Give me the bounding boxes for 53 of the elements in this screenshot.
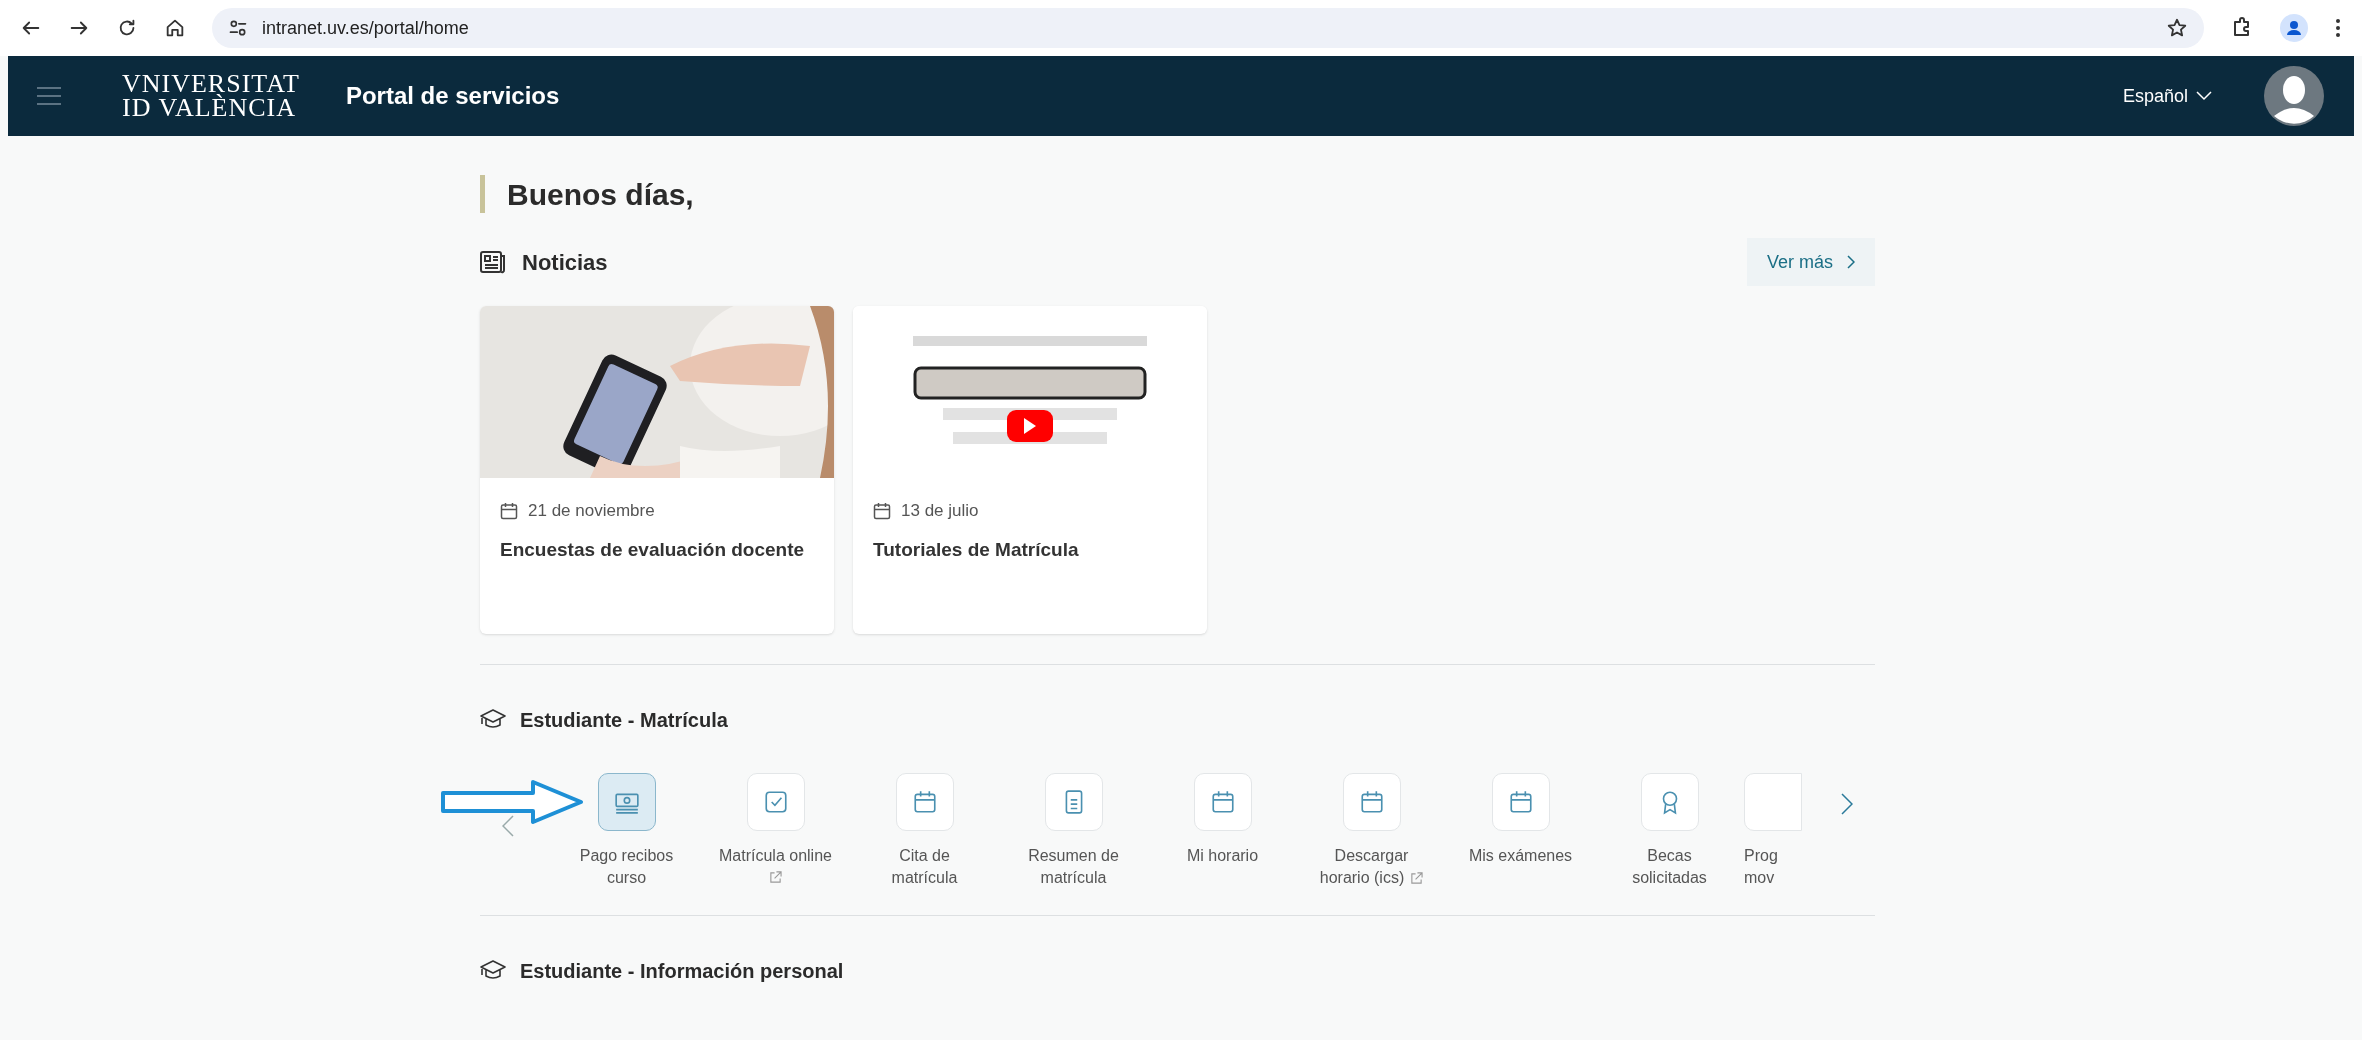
home-icon[interactable] [164,17,186,39]
service-label: Pago recibos [579,846,674,866]
see-more-button[interactable]: Ver más [1746,238,1875,286]
more-icon[interactable] [2334,16,2342,40]
chevron-right-icon [1847,255,1855,269]
service-label: matrícula [891,868,958,888]
service-label: solicitadas [1632,868,1707,888]
news-card[interactable]: 21 de noviembre Encuestas de evaluación docente [480,306,834,634]
calendar-icon [911,789,938,815]
service-label: Mi horario [1186,846,1259,866]
news-date: 13 de julio [901,500,979,522]
calendar-icon [500,501,518,520]
external-link-icon [769,871,782,884]
service-label: mov [1744,868,1775,888]
chevron-right-icon[interactable] [1841,793,1853,815]
section-title: Noticias [522,248,608,277]
language-selector[interactable]: Español [2122,82,2212,110]
service-label: Becas [1647,846,1692,866]
menu-icon[interactable] [36,86,62,106]
accent-bar [480,175,485,213]
chevron-down-icon [2196,91,2212,101]
service-label: Prog [1744,846,1778,866]
profile-icon[interactable] [2280,14,2308,42]
university-logo[interactable]: VNIVERSITAT ID VALÈNCIA [122,72,300,120]
url-text: intranet.uv.es/portal/home [262,16,469,40]
service-label: Resumen de [1028,846,1119,866]
checkbox-icon [762,789,789,815]
service-label: curso [606,868,647,888]
site-info-icon[interactable] [228,18,248,38]
section-title: Estudiante - Matrícula [520,708,728,733]
star-icon[interactable] [2166,17,2188,39]
news-date: 21 de noviembre [528,500,655,522]
calendar-icon [1358,789,1385,815]
newspaper-icon [480,250,506,274]
news-title[interactable]: Encuestas de evaluación docente [500,535,834,564]
section-title: Estudiante - Información personal [520,959,844,984]
calendar-icon [873,501,891,520]
avatar-icon[interactable] [2264,66,2324,126]
calendar-icon [1507,789,1534,815]
service-label: Matrícula online [719,846,832,866]
service-label: Descargar [1334,846,1409,866]
greeting: Buenos días, [507,176,694,213]
service-label: Cita de [899,846,950,866]
calendar-icon [1209,789,1236,815]
service-label: matrícula [1040,868,1107,888]
news-card[interactable]: 13 de julio Tutoriales de Matrícula [853,306,1207,634]
page-title: Portal de servicios [345,81,560,111]
news-title[interactable]: Tutoriales de Matrícula [873,535,1207,564]
service-label: Mis exámenes [1468,846,1573,866]
external-link-icon [1410,871,1424,885]
service-label: horario (ics) [1319,868,1405,888]
address-bar[interactable]: intranet.uv.es/portal/home [212,8,2204,48]
service-tile[interactable] [597,773,656,831]
